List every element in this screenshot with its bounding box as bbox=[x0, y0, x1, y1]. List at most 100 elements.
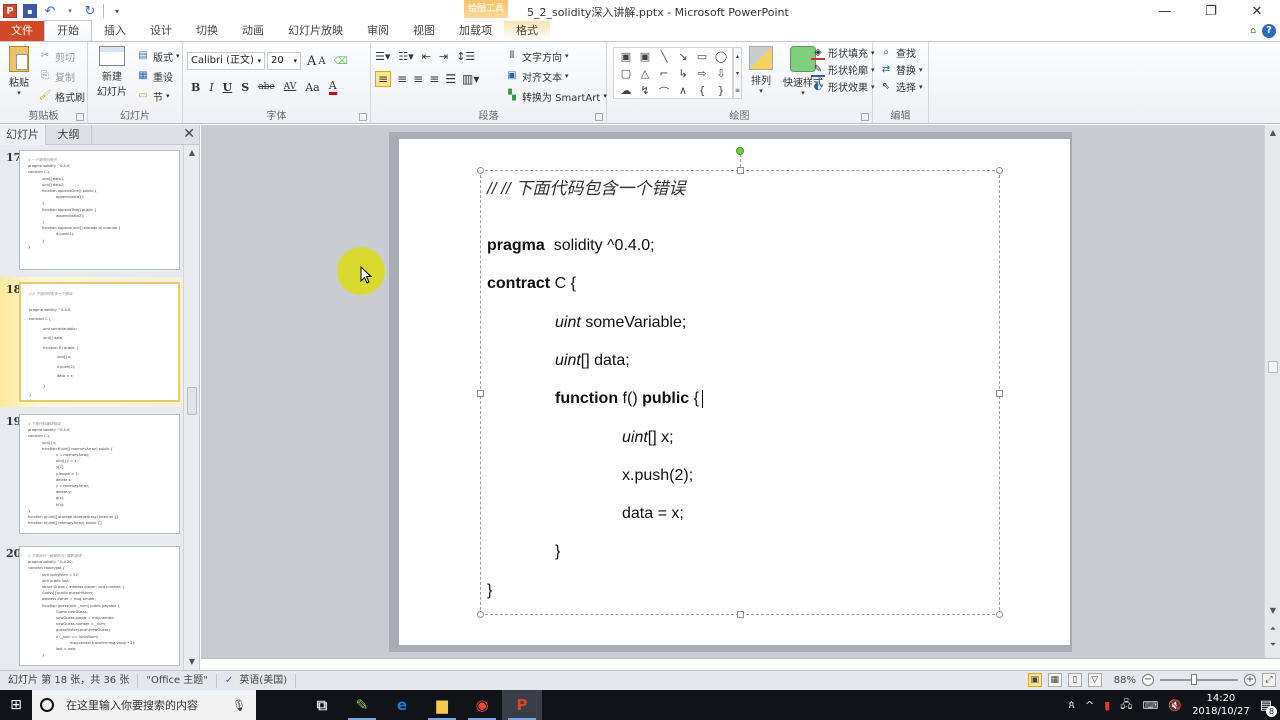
theme-status[interactable]: "Office 主题" bbox=[138, 673, 217, 688]
shape-option[interactable]: ↯ bbox=[637, 84, 653, 100]
close-button[interactable]: ✕ bbox=[1234, 0, 1280, 22]
shape-option[interactable]: ⇩ bbox=[713, 67, 729, 83]
slide-thumbnail[interactable]: // 一个简单的例子 pragma solidity ^0.4.0; contrac… bbox=[19, 150, 180, 270]
cut-button[interactable]: ✂ 剪切 bbox=[38, 46, 85, 66]
slide-thumbnail-item[interactable]: 20// 下面合约一般被称为 "猜数游戏" pragma solidity ^0.… bbox=[0, 541, 183, 670]
resize-handle-bottom-right[interactable] bbox=[996, 611, 1003, 618]
distributed-button[interactable]: ☰ bbox=[445, 72, 456, 86]
powerpoint-app-icon[interactable]: P bbox=[3, 4, 17, 18]
undo-dropdown-icon[interactable]: ▾ bbox=[63, 4, 77, 18]
zoom-slider[interactable] bbox=[1160, 674, 1238, 685]
shape-option[interactable]: ◯ bbox=[713, 50, 729, 66]
scroll-down-icon[interactable]: ▼ bbox=[1265, 603, 1280, 619]
align-left-button[interactable]: ≡ bbox=[375, 71, 392, 87]
clipboard-dialog-launcher[interactable] bbox=[76, 113, 84, 121]
main-scrollbar[interactable]: ▲ ▼ ⏶ ⏷ bbox=[1264, 125, 1280, 658]
slide-sorter-button[interactable]: ▦ bbox=[1047, 673, 1062, 687]
undo-icon[interactable]: ↶ bbox=[43, 4, 57, 19]
tab-file[interactable]: 文件 bbox=[0, 21, 44, 41]
start-button[interactable]: ⊞ bbox=[0, 690, 32, 720]
scroll-down-icon[interactable]: ▼ bbox=[184, 654, 200, 670]
grow-font-button[interactable]: A bbox=[307, 54, 316, 69]
redo-icon[interactable]: ↻ bbox=[83, 4, 97, 19]
taskbar-app-powerpoint[interactable]: P bbox=[502, 690, 542, 720]
new-slide-button[interactable]: 新建 幻灯片 bbox=[92, 46, 132, 98]
align-text-button[interactable]: ▣ 对齐文本 ▾ bbox=[505, 66, 607, 86]
tab-ribbon-8[interactable]: 视图 bbox=[401, 21, 447, 41]
copy-button[interactable]: ⎘ 复制 bbox=[38, 66, 85, 86]
network-icon[interactable]: 🖧 bbox=[1120, 696, 1132, 715]
tab-outline[interactable]: 大纲 bbox=[46, 125, 92, 145]
shape-option[interactable]: △ bbox=[637, 67, 653, 83]
slide-thumbnail-item[interactable]: 19// 下面代码编译错误 pragma solidity ^0.4.0; cont… bbox=[0, 409, 183, 539]
shape-option[interactable]: ↘ bbox=[675, 50, 691, 66]
code-textbox[interactable]: // // 下面代码包含一个错误 pragma solidity ^0.4.0;… bbox=[477, 147, 1003, 618]
taskbar-app-file-explorer[interactable]: ▆ bbox=[422, 690, 462, 720]
arrange-button[interactable]: 排列 ▾ bbox=[743, 46, 779, 95]
minimize-button[interactable]: — bbox=[1142, 0, 1188, 22]
customize-qat-icon[interactable]: ▾ bbox=[110, 4, 124, 18]
replace-button[interactable]: ⇄ 替换 ▾ bbox=[879, 61, 923, 78]
font-color-button[interactable]: A bbox=[328, 79, 337, 95]
resize-handle-bottom-left[interactable] bbox=[477, 611, 484, 618]
taskbar-app-chrome[interactable]: ◉ bbox=[462, 690, 502, 720]
taskbar-app-task-view[interactable]: ⧉ bbox=[302, 690, 342, 720]
italic-button[interactable]: I bbox=[209, 81, 213, 94]
tab-ribbon-5[interactable]: 动画 bbox=[230, 21, 276, 41]
shape-option[interactable]: ∧ bbox=[675, 84, 691, 100]
drawing-dialog-launcher[interactable] bbox=[861, 113, 869, 121]
tab-ribbon-6[interactable]: 幻灯片放映 bbox=[276, 21, 355, 41]
taskbar-app-edit-app[interactable]: ✎ bbox=[342, 690, 382, 720]
save-icon[interactable]: ▪ bbox=[23, 4, 37, 18]
scrollbar-thumb[interactable] bbox=[187, 387, 197, 415]
align-center-button[interactable]: ≡ bbox=[397, 72, 407, 86]
resize-handle-left[interactable] bbox=[477, 390, 484, 397]
ime-icon[interactable]: ⌨ bbox=[1142, 699, 1158, 712]
slide-thumbnail-item[interactable]: 17// 一个简单的例子 pragma solidity ^0.4.0; contr… bbox=[0, 145, 183, 275]
font-size-select[interactable]: 20 ▾ bbox=[267, 52, 301, 70]
resize-handle-top-left[interactable] bbox=[477, 167, 484, 174]
action-center-icon[interactable]: ▤ 8 bbox=[1260, 698, 1277, 717]
shape-option[interactable]: ☁ bbox=[618, 84, 634, 100]
numbering-button[interactable]: ☷▾ bbox=[398, 50, 413, 63]
shape-option[interactable]: ▣ bbox=[618, 50, 634, 66]
taskbar-app-edge[interactable]: e bbox=[382, 690, 422, 720]
shrink-font-button[interactable]: A bbox=[318, 56, 325, 67]
layout-button[interactable]: ▤ 版式 ▾ bbox=[136, 46, 179, 66]
shape-option[interactable]: { bbox=[694, 84, 710, 100]
volume-muted-icon[interactable]: 🔇 bbox=[1168, 699, 1182, 712]
underline-button[interactable]: U bbox=[223, 81, 233, 94]
paste-button[interactable]: 粘贴 ▾ bbox=[4, 46, 34, 97]
justify-button[interactable]: ≡ bbox=[429, 72, 439, 86]
strikethrough-button[interactable]: abe bbox=[258, 82, 274, 92]
align-right-button[interactable]: ≡ bbox=[413, 72, 423, 86]
shape-effects-button[interactable]: ◐ 形状效果 ▾ bbox=[811, 78, 875, 95]
select-button[interactable]: ⇖ 选择 ▾ bbox=[879, 78, 923, 95]
shape-option[interactable]: ▭ bbox=[694, 50, 710, 66]
tray-app-icon[interactable]: ▮ bbox=[1104, 699, 1110, 712]
tab-ribbon-4[interactable]: 切换 bbox=[184, 21, 230, 41]
restore-button[interactable]: ❐ bbox=[1188, 0, 1234, 22]
slide-thumbnail-item[interactable]: 18// // 下面代码包含一个错误 pragma solidity ^0.4.0… bbox=[0, 277, 183, 407]
zoom-slider-knob[interactable] bbox=[1191, 674, 1198, 685]
minimize-ribbon-icon[interactable]: ⌂ bbox=[1250, 26, 1256, 36]
shape-option[interactable]: ⌒ bbox=[656, 84, 672, 100]
resize-handle-top-right[interactable] bbox=[996, 167, 1003, 174]
reset-button[interactable]: ▦ 重设 bbox=[136, 66, 180, 86]
bullets-button[interactable]: ☰▾ bbox=[375, 50, 390, 63]
fit-to-window-button[interactable]: ⤢ bbox=[1262, 673, 1276, 687]
change-case-button[interactable]: Aa bbox=[305, 81, 320, 94]
resize-handle-right[interactable] bbox=[996, 390, 1003, 397]
tab-ribbon-7[interactable]: 审阅 bbox=[355, 21, 401, 41]
find-button[interactable]: ⌕ 查找 bbox=[879, 44, 923, 61]
zoom-out-button[interactable]: − bbox=[1142, 674, 1154, 686]
shape-option[interactable]: ⌐ bbox=[656, 67, 672, 83]
line-spacing-button[interactable]: ↕☰ bbox=[456, 50, 475, 63]
slideshow-button[interactable]: ▽ bbox=[1087, 673, 1102, 687]
shape-option[interactable]: ↳ bbox=[675, 67, 691, 83]
text-direction-button[interactable]: ⫴ 文字方向 ▾ bbox=[505, 46, 607, 66]
current-slide[interactable]: // // 下面代码包含一个错误 pragma solidity ^0.4.0;… bbox=[399, 139, 1070, 645]
gallery-scroll[interactable]: ▴ ▾ ≡ bbox=[733, 47, 742, 99]
help-icon[interactable]: ? bbox=[1262, 24, 1276, 38]
tab-ribbon-3[interactable]: 设计 bbox=[138, 21, 184, 41]
